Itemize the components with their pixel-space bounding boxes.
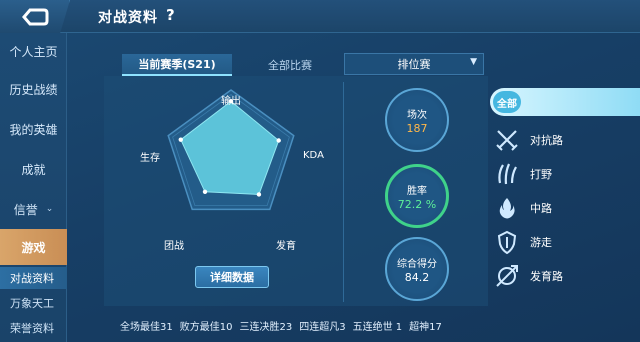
radar-point [276,138,281,143]
back-arrow-icon [21,8,48,25]
radar-point [202,189,208,194]
stat-winrate-value: 72.2 % [397,197,437,211]
radar-point [178,137,183,142]
lane-filter-mid[interactable]: 中路 [490,194,640,222]
archer-icon [496,265,518,287]
radar-axis-label-growth: 发育 [276,241,296,252]
chevron-down-icon: ⌄ [45,204,54,214]
lane-filter-top[interactable]: 对抗路 [490,126,640,154]
stat-score-value: 84.2 [404,270,430,284]
honor-stat: 三连决胜23 [239,322,293,333]
lane-label: 打野 [530,168,552,181]
sidebar-item-heroes[interactable]: 我的英雄 [0,111,67,147]
sidebar-subitem-label: 荣誉资料 [10,322,54,335]
honor-stat: 四连超凡3 [299,322,346,333]
help-icon[interactable]: ? [166,6,175,24]
radar-axis-label-teamfight: 团战 [164,241,184,252]
mage-flame-icon [499,198,515,219]
honor-stat: 超神17 [409,322,442,333]
lane-filter-all[interactable]: 全部 [490,88,640,116]
lane-filter-roam[interactable]: 游走 [490,228,640,256]
tab-current-season[interactable]: 当前赛季(S21) [122,54,232,76]
lane-all-label: 全部 [493,91,521,113]
shield-wing-icon [497,230,517,255]
sidebar-subitem-battle-data[interactable]: 对战资料 [0,267,67,289]
sidebar: 个人主页 历史战绩 我的英雄 成就 信誉 ⌄ 游戏 对战资料 万象天工 荣誉资料 [0,33,67,342]
lane-label: 发育路 [530,270,563,283]
chevron-down-icon: ▼ [470,57,477,67]
sidebar-subitem-wanxiang[interactable]: 万象天工 [0,292,67,314]
honor-stat: 全场最佳31 [120,322,173,333]
stat-score-label: 综合得分 [397,258,437,270]
sidebar-subitem-label: 对战资料 [10,272,54,285]
sidebar-item-history[interactable]: 历史战绩 [0,71,67,107]
lane-filter-bot[interactable]: 发育路 [490,262,640,290]
header-bar: 对战资料 ? [0,0,640,33]
sidebar-subitem-honor[interactable]: 荣誉资料 [0,317,67,339]
sidebar-item-label: 游戏 [21,240,46,255]
lane-label: 对抗路 [530,134,563,147]
sidebar-item-label: 我的英雄 [9,122,58,137]
sidebar-item-label: 历史战绩 [9,82,58,97]
sidebar-item-achievements[interactable]: 成就 [0,151,67,187]
radar-axis-label-kda: KDA [303,150,324,161]
sidebar-item-label: 个人主页 [9,44,58,59]
lane-filter-jungle[interactable]: 打野 [490,160,640,188]
stat-winrate: 胜率 72.2 % [385,164,449,228]
sidebar-item-label: 信誉 [13,202,38,217]
page-title: 对战资料 [98,10,158,26]
back-button[interactable] [0,0,70,33]
stat-score: 综合得分 84.2 [385,237,449,301]
sidebar-subitem-label: 万象天工 [10,297,54,310]
tab-all-matches[interactable]: 全部比赛 [250,54,330,76]
honor-stat: 败方最佳10 [179,322,233,333]
radar-axis-label-output: 输出 [221,96,241,107]
sidebar-item-credit[interactable]: 信誉 ⌄ [0,191,67,227]
radar-axis-label-survival: 生存 [140,153,160,164]
stat-matches-value: 187 [406,121,428,135]
lane-label: 游走 [530,236,552,249]
stat-winrate-label: 胜率 [407,185,427,197]
mode-select-dropdown[interactable]: 排位赛 ▼ [344,53,484,75]
sidebar-item-profile[interactable]: 个人主页 [0,33,67,69]
radar-point [256,192,262,197]
crossed-swords-icon [496,130,518,151]
sidebar-item-game[interactable]: 游戏 [0,229,67,265]
app-window: 对战资料 ? 个人主页 历史战绩 我的英雄 成就 信誉 ⌄ 游戏 对战资料 万象… [0,0,640,342]
lane-label: 中路 [530,202,552,215]
honor-stat: 五连绝世 1 [352,322,403,333]
claw-icon [498,163,517,185]
stat-matches-label: 场次 [407,109,427,121]
stat-matches: 场次 187 [385,88,449,152]
detail-data-button[interactable]: 详细数据 [195,266,269,288]
sidebar-item-label: 成就 [21,162,46,177]
honor-stats-bar: 全场最佳31 败方最佳10 三连决胜23 四连超凡3 五连绝世 1 超神17 [120,318,520,333]
mode-select-value: 排位赛 [397,58,431,71]
